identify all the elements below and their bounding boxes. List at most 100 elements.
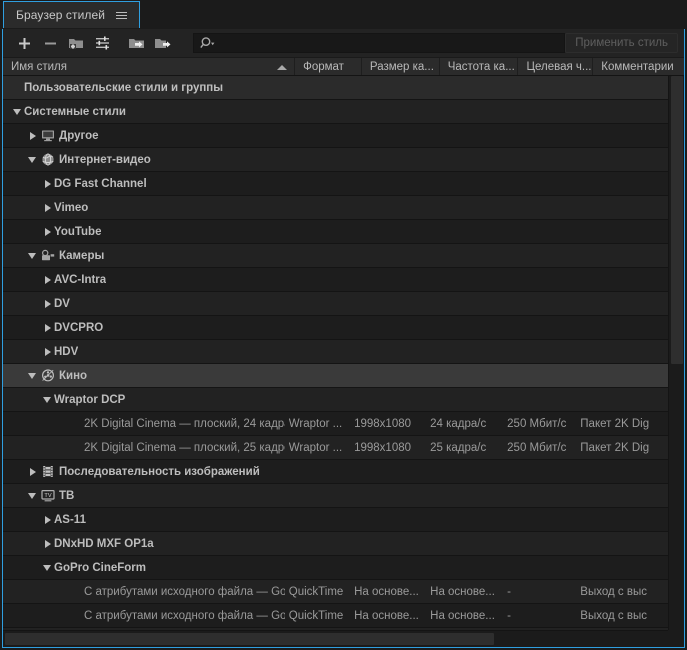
column-label: Размер ка...	[369, 60, 434, 73]
cell-name: DVCPRO	[3, 321, 289, 334]
disclosure-triangle-collapsed-icon[interactable]	[41, 177, 54, 190]
cell-frame-size: На основе...	[354, 586, 430, 598]
table-row[interactable]: DVCPRO	[3, 316, 669, 340]
horizontal-scrollbar[interactable]	[3, 630, 684, 647]
column-header-frame-rate[interactable]: Частота ка...	[440, 58, 519, 75]
export-style-icon[interactable]	[149, 30, 175, 56]
disclosure-triangle-expanded-icon[interactable]	[41, 561, 54, 574]
cell-value: 250 Мбит/с	[507, 441, 567, 454]
cell-target-rate: 250 Мбит/с	[507, 442, 580, 454]
row-label: DVCPRO	[54, 321, 104, 334]
table-row[interactable]: Vimeo	[3, 196, 669, 220]
settings-sliders-icon[interactable]	[89, 30, 115, 56]
column-header-format[interactable]: Формат	[295, 58, 362, 75]
vertical-scrollbar-thumb[interactable]	[671, 76, 683, 364]
table-row[interactable]: Пользовательские стили и группы	[3, 76, 669, 100]
row-label: DV	[54, 297, 70, 310]
disclosure-triangle-collapsed-icon[interactable]	[41, 321, 54, 334]
column-header-name[interactable]: Имя стиля	[3, 58, 296, 75]
cell-name: Системные стили	[3, 105, 289, 118]
row-label: Пользовательские стили и группы	[24, 81, 224, 94]
cell-value: Пакет 2K Dig	[580, 441, 650, 454]
row-label: Кино	[59, 369, 88, 382]
disclosure-triangle-expanded-icon[interactable]	[26, 369, 39, 382]
sort-ascending-icon	[277, 65, 288, 70]
import-style-icon[interactable]	[123, 30, 149, 56]
cell-value: -	[507, 609, 511, 622]
new-folder-icon[interactable]	[63, 30, 89, 56]
table-row[interactable]: Последовательность изображений	[3, 460, 669, 484]
row-label: Системные стили	[24, 105, 126, 118]
table-row[interactable]: GoPro CineForm	[3, 556, 669, 580]
disclosure-triangle-collapsed-icon[interactable]	[26, 129, 39, 142]
apply-style-button[interactable]: Применить стиль	[565, 33, 678, 53]
hamburger-menu-icon[interactable]	[116, 9, 129, 22]
column-header-comments[interactable]: Комментарии	[593, 58, 684, 75]
disclosure-triangle-collapsed-icon[interactable]	[41, 273, 54, 286]
table-row[interactable]: DG Fast Channel	[3, 172, 669, 196]
disclosure-triangle-collapsed-icon[interactable]	[41, 201, 54, 214]
table-row[interactable]: Кино	[3, 364, 669, 388]
delete-style-icon[interactable]	[37, 30, 63, 56]
table-row[interactable]: AVC-Intra	[3, 268, 669, 292]
table-row[interactable]: 2K Digital Cinema — плоский, 25 кадров..…	[3, 436, 669, 460]
table-row[interactable]: С атрибутами исходного файла — GoPr...Qu…	[3, 604, 669, 628]
table-row[interactable]: Камеры	[3, 244, 669, 268]
disclosure-triangle-expanded-icon[interactable]	[41, 393, 54, 406]
tab-label: Браузер стилей	[16, 8, 106, 22]
disclosure-triangle-collapsed-icon[interactable]	[41, 537, 54, 550]
cell-name: GoPro CineForm	[3, 561, 289, 574]
cell-value: 250 Мбит/с	[507, 417, 567, 430]
row-label: DNxHD MXF OP1a	[54, 537, 154, 550]
cell-name: Wraptor DCP	[3, 393, 289, 406]
disclosure-triangle-collapsed-icon[interactable]	[41, 345, 54, 358]
cell-name: Кино	[3, 369, 289, 383]
cell-name: Vimeo	[3, 201, 289, 214]
horizontal-scrollbar-thumb[interactable]	[5, 633, 494, 645]
cell-format: QuickTime	[289, 610, 354, 622]
tab-style-browser[interactable]: Браузер стилей	[3, 1, 141, 28]
disclosure-triangle-collapsed-icon[interactable]	[26, 465, 39, 478]
search-input[interactable]	[193, 33, 565, 53]
cell-value: QuickTime	[288, 609, 344, 622]
row-label: Vimeo	[54, 201, 89, 214]
disclosure-triangle-collapsed-icon[interactable]	[41, 513, 54, 526]
column-header-frame-size[interactable]: Размер ка...	[362, 58, 440, 75]
table-row[interactable]: С атрибутами исходного файла — GoPr...Qu…	[3, 580, 669, 604]
cell-value: 24 кадра/с	[430, 417, 487, 430]
disclosure-triangle-expanded-icon[interactable]	[11, 105, 24, 118]
cell-format: Wraptor ...	[289, 418, 354, 430]
disclosure-triangle-expanded-icon[interactable]	[26, 489, 39, 502]
cell-name: HDV	[3, 345, 289, 358]
disclosure-triangle-collapsed-icon[interactable]	[41, 225, 54, 238]
new-style-icon[interactable]	[11, 30, 37, 56]
cell-value: Выход с выс	[580, 585, 647, 598]
table-row[interactable]: YouTube	[3, 220, 669, 244]
cell-frame-rate: На основе...	[430, 586, 507, 598]
table-row[interactable]: DV	[3, 292, 669, 316]
table-row[interactable]: HDV	[3, 340, 669, 364]
column-header-target-rate[interactable]: Целевая ч...	[518, 58, 594, 75]
cell-target-rate: 250 Мбит/с	[507, 418, 580, 430]
table-row[interactable]: Интернет-видео	[3, 148, 669, 172]
table-row[interactable]: AS-11	[3, 508, 669, 532]
panel-body: Применить стиль Имя стиля Формат Размер …	[2, 29, 685, 648]
film-strip-icon	[39, 465, 56, 479]
table-row[interactable]: 2K Digital Cinema — плоский, 24 кадра/с W…	[3, 412, 669, 436]
table-row[interactable]: TV ТВ	[3, 484, 669, 508]
cell-name: Камеры	[3, 249, 289, 263]
vertical-scrollbar[interactable]	[668, 76, 684, 630]
table-row[interactable]: DNxHD MXF OP1a	[3, 532, 669, 556]
row-label: HDV	[54, 345, 79, 358]
scrollbar-corner	[668, 630, 684, 647]
disclosure-triangle-expanded-icon[interactable]	[26, 153, 39, 166]
disclosure-triangle-expanded-icon[interactable]	[26, 249, 39, 262]
table-row[interactable]: Системные стили	[3, 100, 669, 124]
cell-value: 1998x1080	[354, 441, 412, 454]
disclosure-triangle-collapsed-icon[interactable]	[41, 297, 54, 310]
table-row[interactable]: Другое	[3, 124, 669, 148]
table-row[interactable]: Wraptor DCP	[3, 388, 669, 412]
cell-name: 2K Digital Cinema — плоский, 25 кадров..…	[3, 441, 289, 454]
